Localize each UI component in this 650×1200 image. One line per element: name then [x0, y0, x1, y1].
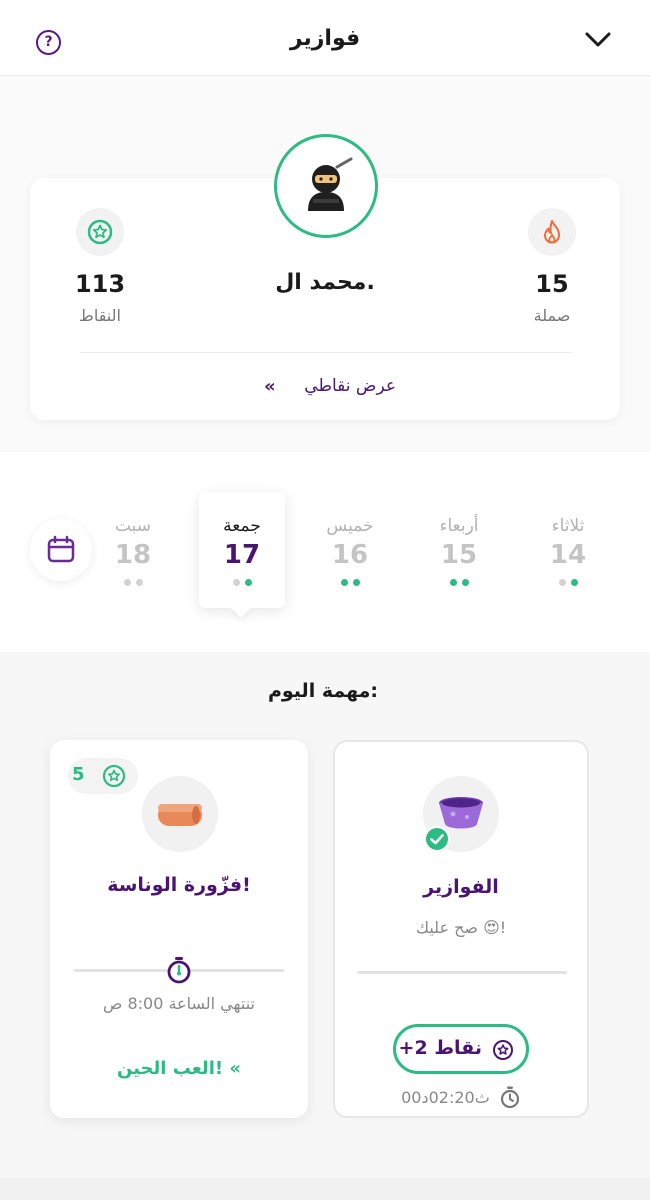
- day-name: خميس: [326, 516, 374, 536]
- elapsed-time: ث02:20د00: [335, 1086, 587, 1109]
- avatar[interactable]: [274, 134, 378, 238]
- play-now-link[interactable]: العب الحين! «: [50, 1058, 308, 1079]
- elapsed-value: ث02:20د00: [401, 1088, 490, 1107]
- divider: [80, 352, 572, 353]
- progress-dot: [244, 579, 252, 586]
- double-chevron-icon: «: [229, 1058, 241, 1079]
- day-number: 16: [331, 540, 369, 570]
- earned-points-pill: +2 نقاط: [393, 1024, 529, 1074]
- task-title: الفوازير: [423, 876, 499, 898]
- day-name: ثلاثاء: [551, 516, 585, 536]
- progress-dot: [340, 579, 348, 586]
- task-result: صح عليك 😍!: [415, 918, 507, 937]
- day-saturday[interactable]: سبت 18: [93, 516, 173, 586]
- check-icon: [424, 826, 450, 852]
- progress-track: [357, 971, 567, 974]
- progress-dot: [449, 579, 457, 586]
- day-wednesday[interactable]: أربعاء 15: [419, 516, 499, 586]
- section-title: مهمة اليوم:: [267, 680, 378, 702]
- app-header: ? فوازير: [0, 0, 650, 76]
- progress-dot: [352, 579, 360, 586]
- day-name: أربعاء: [439, 516, 479, 536]
- day-name: جمعة: [223, 516, 261, 536]
- day-number: 18: [114, 540, 152, 570]
- view-points-link[interactable]: عرض نقاطي «: [230, 374, 420, 400]
- bottom-bar: [0, 1178, 650, 1200]
- progress-dot: [461, 579, 469, 586]
- task-card-quiz[interactable]: الفوازير صح عليك 😍! +2 نقاط ث02:20د00: [333, 740, 589, 1118]
- day-friday[interactable]: جمعة 17: [202, 516, 282, 586]
- star-badge-icon: [76, 208, 124, 256]
- day-progress: [528, 579, 608, 586]
- page-title: فوازير: [289, 26, 361, 51]
- day-number: 17: [223, 540, 261, 570]
- progress-dot: [123, 579, 131, 586]
- streak-value: 15: [535, 270, 569, 298]
- expires-label: تنتهي الساعة 8:00 ص: [103, 994, 255, 1013]
- day-progress: [202, 579, 282, 586]
- reward-badge: 5: [68, 758, 138, 794]
- task-card-riddle[interactable]: 5 فزّورة الوناسة! تنتهي الساعة 8:00 ص ال…: [50, 740, 308, 1118]
- progress-dot: [232, 579, 240, 586]
- chevron-down-icon[interactable]: [584, 30, 612, 50]
- points-label: النقاط: [79, 306, 121, 325]
- user-name: محمد ال.: [275, 270, 375, 295]
- double-chevron-icon: «: [264, 376, 275, 397]
- star-badge-icon: [493, 1040, 513, 1060]
- star-badge-icon: [102, 764, 126, 788]
- progress-dot: [558, 579, 566, 586]
- task-title: فزّورة الوناسة!: [107, 874, 251, 896]
- day-progress: [419, 579, 499, 586]
- progress-dot: [135, 579, 143, 586]
- day-name: سبت: [114, 516, 152, 536]
- play-now-label: العب الحين!: [117, 1058, 224, 1079]
- day-tuesday[interactable]: ثلاثاء 14: [528, 516, 608, 586]
- day-progress: [93, 579, 173, 586]
- flame-icon: [528, 208, 576, 256]
- date-fruit-icon: [142, 776, 218, 852]
- view-points-label: عرض نقاطي: [304, 376, 396, 396]
- earned-points-label: +2 نقاط: [398, 1037, 482, 1059]
- stopwatch-icon: [500, 1086, 519, 1109]
- streak-label: صملة: [533, 306, 571, 325]
- ninja-avatar-icon: [308, 157, 353, 211]
- points-value: 113: [74, 270, 126, 298]
- day-number: 14: [549, 540, 587, 570]
- day-number: 15: [440, 540, 478, 570]
- day-progress: [310, 579, 390, 586]
- stopwatch-icon: [167, 957, 191, 984]
- day-thursday[interactable]: خميس 16: [310, 516, 390, 586]
- calendar-icon[interactable]: [30, 519, 92, 581]
- reward-value: 5: [72, 764, 85, 785]
- progress-dot: [570, 579, 578, 586]
